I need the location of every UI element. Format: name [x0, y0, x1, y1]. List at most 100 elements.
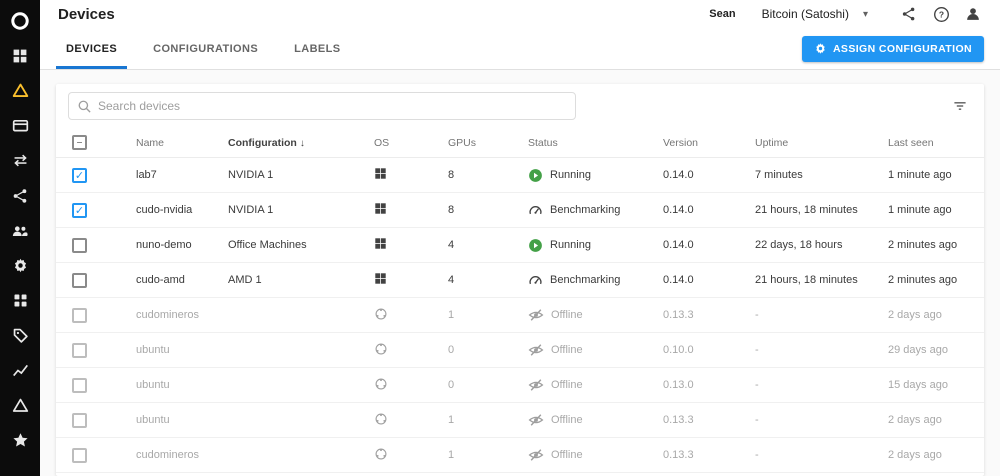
row-checkbox[interactable] [72, 237, 87, 253]
offline-eye-icon [528, 377, 544, 393]
tag-icon [13, 328, 28, 343]
table-row[interactable]: ubuntu 0 Offline 0.13.0 - 15 days ago [56, 368, 984, 403]
gear-icon [816, 43, 825, 54]
status-label: Benchmarking [550, 204, 621, 216]
table-row[interactable]: cudo-amd AMD 1 4 Benchmarking 0.14.0 21 … [56, 263, 984, 298]
row-checkbox[interactable] [72, 272, 87, 288]
ubuntu-icon [374, 377, 388, 391]
device-version: 0.14.0 [663, 169, 694, 181]
search-box [68, 92, 576, 120]
device-gpus: 8 [448, 204, 455, 216]
share-icon [902, 7, 915, 21]
sidebar-item-billing[interactable] [0, 108, 40, 143]
windows-icon [374, 202, 387, 215]
device-uptime: 7 minutes [755, 169, 803, 181]
sidebar-item-team[interactable] [0, 213, 40, 248]
device-os [374, 412, 448, 429]
devices-card: – Name Configuration↓ OS GPUs Status Ver… [56, 84, 984, 476]
tab-configurations[interactable]: CONFIGURATIONS [135, 28, 276, 69]
filter-button[interactable] [946, 92, 974, 120]
wallet-selector[interactable]: Bitcoin (Satoshi) ▾ [762, 7, 868, 21]
gear-icon [14, 258, 26, 273]
device-status: Offline [528, 412, 663, 428]
team-icon [12, 225, 28, 236]
status-label: Offline [551, 344, 583, 356]
row-checkbox[interactable]: ✓ [72, 202, 87, 218]
search-input[interactable] [98, 99, 567, 113]
table-row[interactable]: ubuntu 0 Offline 0.10.0 - 29 days ago [56, 333, 984, 368]
table-row[interactable]: ✓ cudo-nvidia NVIDIA 1 8 Benchmarking 0.… [56, 193, 984, 228]
status-label: Offline [551, 379, 583, 391]
table-row[interactable]: ubuntu 1 Offline 0.13.3 - 2 days ago [56, 403, 984, 438]
column-header-status[interactable]: Status [528, 137, 663, 149]
device-name: ubuntu [136, 414, 170, 426]
row-checkbox[interactable] [72, 342, 87, 358]
sidebar-item-compute[interactable] [0, 73, 40, 108]
device-last-seen: 29 days ago [888, 344, 948, 356]
help-button[interactable]: ? [928, 1, 954, 27]
column-header-version[interactable]: Version [663, 137, 755, 149]
row-checkbox[interactable] [72, 307, 87, 323]
column-header-os[interactable]: OS [374, 137, 448, 149]
sidebar-item-apps[interactable] [0, 283, 40, 318]
ubuntu-icon [374, 447, 388, 461]
row-checkbox[interactable] [72, 377, 87, 393]
device-gpus: 1 [448, 449, 455, 461]
tab-labels[interactable]: LABELS [276, 28, 358, 69]
device-status: Benchmarking [528, 203, 663, 218]
device-last-seen: 1 minute ago [888, 169, 952, 181]
sidebar-item-transactions[interactable] [0, 143, 40, 178]
row-checkbox[interactable] [72, 412, 87, 428]
column-header-uptime[interactable]: Uptime [755, 137, 888, 149]
sidebar-item-alerts[interactable] [0, 388, 40, 423]
windows-icon [374, 237, 387, 250]
device-status: Benchmarking [528, 273, 663, 288]
row-checkbox[interactable] [72, 447, 87, 463]
select-all-checkbox[interactable]: – [72, 135, 87, 150]
running-icon [528, 168, 543, 183]
status-label: Running [550, 169, 591, 181]
table-row[interactable]: cudomineros 1 Offline 0.13.3 - 2 days ag… [56, 298, 984, 333]
device-uptime: - [755, 344, 759, 356]
device-version: 0.13.3 [663, 309, 694, 321]
sidebar-item-settings[interactable] [0, 248, 40, 283]
account-button[interactable] [960, 1, 986, 27]
device-gpus: 8 [448, 169, 455, 181]
device-name: nuno-demo [136, 239, 192, 251]
status-label: Offline [551, 414, 583, 426]
column-header-gpus[interactable]: GPUs [448, 137, 528, 149]
sidebar-item-stats[interactable] [0, 353, 40, 388]
billing-card-icon [12, 119, 28, 132]
share-button[interactable] [896, 1, 922, 27]
sidebar-item-favorites[interactable] [0, 423, 40, 458]
tab-devices[interactable]: DEVICES [48, 28, 135, 69]
ubuntu-icon [374, 412, 388, 426]
device-uptime: 22 days, 18 hours [755, 239, 843, 251]
table-row[interactable]: cudomineros 1 Offline 0.13.3 - 2 days ag… [56, 438, 984, 473]
device-uptime: 21 hours, 18 minutes [755, 274, 858, 286]
column-header-lastseen[interactable]: Last seen [888, 137, 984, 149]
tab-configurations-label: CONFIGURATIONS [153, 42, 259, 55]
status-label: Benchmarking [550, 274, 621, 286]
column-header-name[interactable]: Name [136, 137, 228, 149]
offline-eye-icon [528, 342, 544, 358]
sidebar-item-pools[interactable] [0, 178, 40, 213]
row-checkbox[interactable]: ✓ [72, 167, 87, 183]
content-area: – Name Configuration↓ OS GPUs Status Ver… [40, 70, 1000, 476]
tab-devices-label: DEVICES [66, 42, 118, 55]
device-name: ubuntu [136, 379, 170, 391]
device-uptime: 21 hours, 18 minutes [755, 204, 858, 216]
assign-configuration-button[interactable]: ASSIGN CONFIGURATION [801, 35, 984, 62]
cudo-logo-icon[interactable] [9, 4, 31, 38]
table-row[interactable]: ✓ lab7 NVIDIA 1 8 Running 0.14.0 7 minut… [56, 158, 984, 193]
column-header-configuration[interactable]: Configuration ↓ [228, 137, 374, 149]
device-name: lab7 [136, 169, 157, 181]
sidebar-item-dashboard[interactable] [0, 38, 40, 73]
device-os [374, 167, 448, 183]
sidebar-item-labels[interactable] [0, 318, 40, 353]
device-os [374, 342, 448, 359]
device-last-seen: 15 days ago [888, 379, 948, 391]
device-version: 0.10.0 [663, 344, 694, 356]
benchmarking-gauge-icon [528, 203, 543, 218]
table-row[interactable]: nuno-demo Office Machines 4 Running 0.14… [56, 228, 984, 263]
